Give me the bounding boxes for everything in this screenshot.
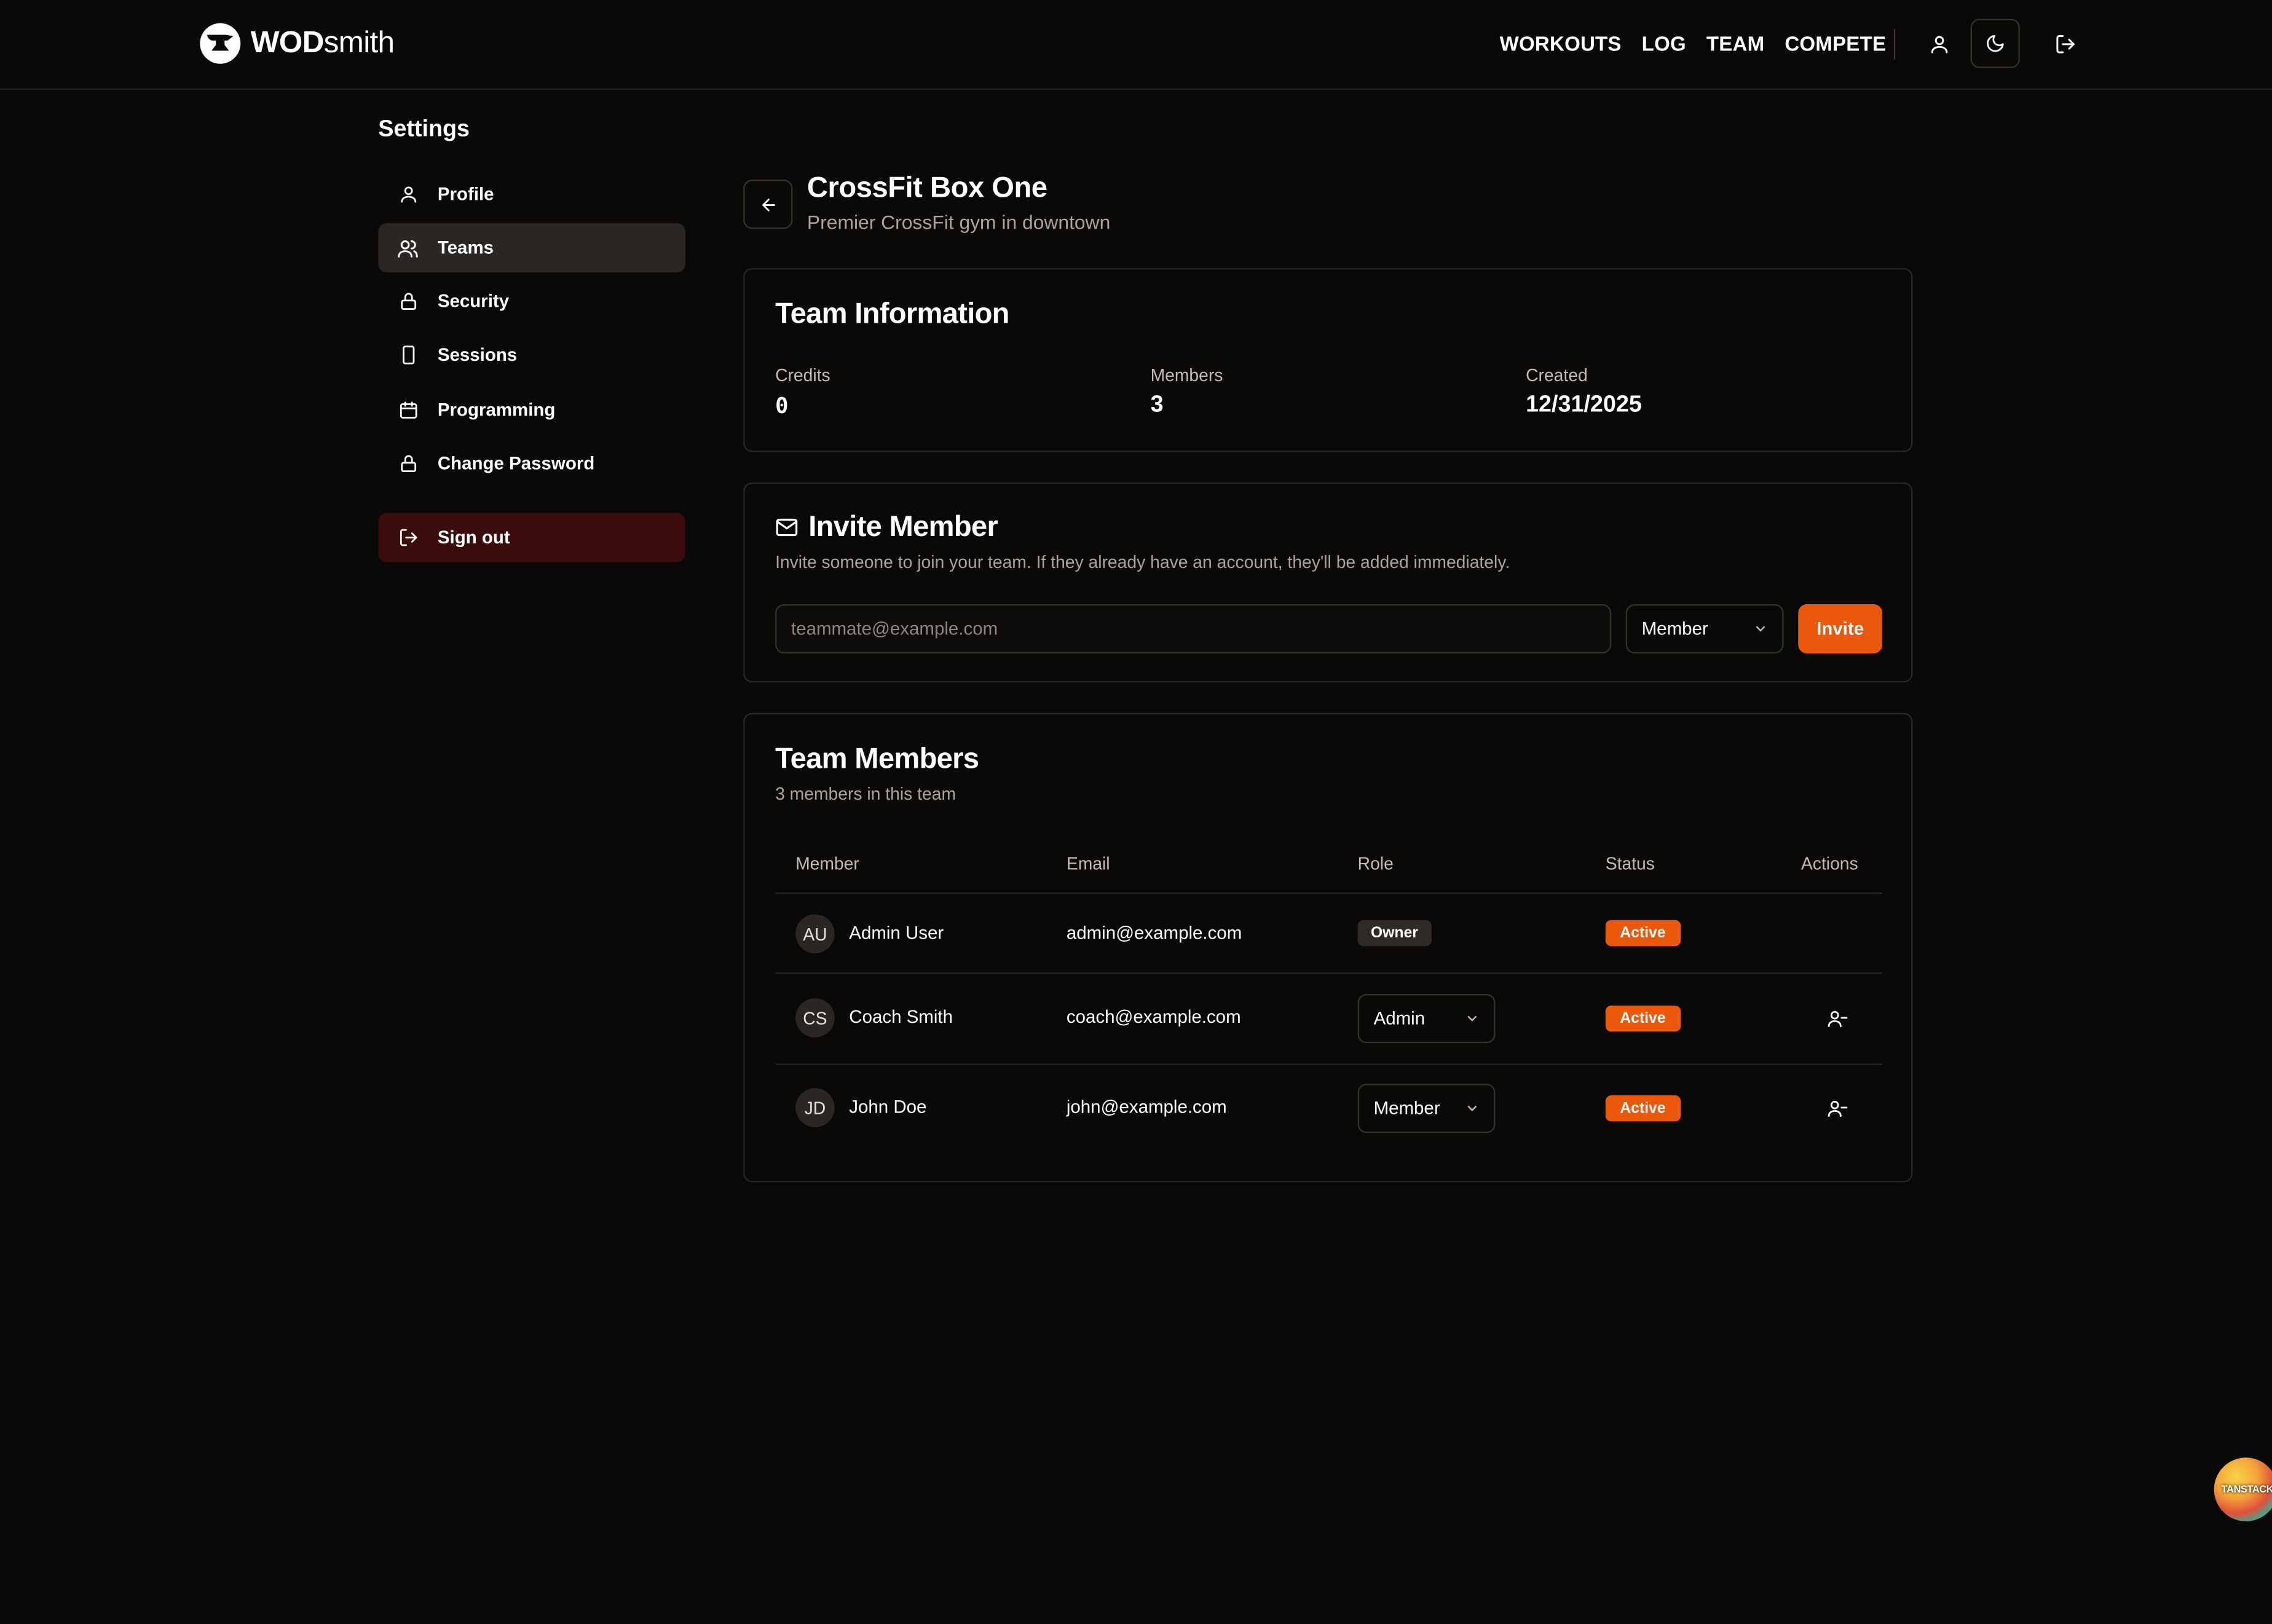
- avatar: JD: [795, 1088, 835, 1127]
- arrow-left-icon: [761, 198, 775, 211]
- avatar: AU: [795, 914, 835, 953]
- team-information-title: Team Information: [775, 298, 1009, 331]
- mail-icon: [775, 518, 799, 538]
- logout-icon: [397, 527, 419, 548]
- settings-title: Settings: [378, 117, 470, 142]
- member-name: Admin User: [849, 923, 944, 944]
- team-members-card: Team Members 3 members in this team Memb…: [743, 712, 1913, 1183]
- device-icon: [397, 344, 419, 366]
- sidebar-item-security[interactable]: Security: [378, 277, 685, 326]
- logout-icon: [2056, 34, 2074, 53]
- nav-team[interactable]: TEAM: [1706, 32, 1764, 55]
- tanstack-devtools-label: TANSTACK: [2221, 1484, 2272, 1495]
- created-value: 12/31/2025: [1526, 392, 1642, 417]
- sidebar-item-label: Profile: [437, 184, 494, 205]
- member-email: admin@example.com: [1066, 923, 1242, 944]
- created-label: Created: [1526, 365, 1588, 385]
- top-header: WODsmith WORKOUTS LOG TEAM COMPETE: [0, 0, 2272, 90]
- column-header-member: Member: [795, 853, 859, 874]
- member-email: john@example.com: [1066, 1097, 1227, 1117]
- sidebar-item-sessions[interactable]: Sessions: [378, 330, 685, 379]
- role-select[interactable]: Admin: [1357, 994, 1496, 1044]
- table-divider: [775, 893, 1882, 894]
- user-minus-icon: [1828, 1011, 1848, 1027]
- member-name: John Doe: [849, 1097, 927, 1117]
- nav-log[interactable]: LOG: [1642, 32, 1686, 55]
- lock-icon: [397, 453, 419, 475]
- members-label: Members: [1150, 365, 1223, 385]
- members-value: 3: [1150, 392, 1164, 417]
- sidebar-item-change-password[interactable]: Change Password: [378, 439, 685, 488]
- sidebar-item-label: Security: [437, 291, 510, 312]
- logout-button[interactable]: [2041, 20, 2088, 66]
- chevron-down-icon: [1756, 626, 1765, 632]
- invite-member-card: Invite Member Invite someone to join you…: [743, 482, 1913, 683]
- brand-name: WODsmith: [250, 26, 395, 60]
- sign-out-button[interactable]: Sign out: [378, 513, 685, 562]
- column-header-role: Role: [1357, 853, 1394, 874]
- credits-value: 0: [775, 392, 789, 419]
- invite-description: Invite someone to join your team. If the…: [775, 552, 1510, 573]
- brand-logo[interactable]: WODsmith: [200, 23, 395, 64]
- anvil-icon: [200, 23, 241, 64]
- sign-out-label: Sign out: [437, 527, 510, 548]
- theme-toggle-button[interactable]: [1970, 18, 2020, 68]
- sidebar-item-label: Teams: [437, 237, 494, 258]
- table-divider: [775, 972, 1882, 974]
- invite-button[interactable]: Invite: [1798, 604, 1882, 654]
- team-members-title: Team Members: [775, 743, 979, 776]
- status-badge: Active: [1605, 1095, 1681, 1122]
- moon-icon: [1987, 34, 2004, 52]
- chevron-down-icon: [1467, 1106, 1477, 1111]
- sidebar-item-teams[interactable]: Teams: [378, 223, 685, 273]
- user-icon: [1930, 35, 1947, 53]
- main-nav: WORKOUTS LOG TEAM COMPETE: [1500, 32, 1887, 55]
- avatar: CS: [795, 998, 835, 1038]
- chevron-down-icon: [1467, 1015, 1477, 1022]
- user-minus-icon: [1828, 1100, 1848, 1117]
- sidebar-item-profile[interactable]: Profile: [378, 170, 685, 219]
- nav-workouts[interactable]: WORKOUTS: [1500, 32, 1622, 55]
- nav-compete[interactable]: COMPETE: [1785, 32, 1886, 55]
- role-badge: Owner: [1357, 920, 1432, 947]
- sidebar-item-label: Change Password: [437, 453, 595, 474]
- team-information-card: Team Information Credits 0 Members 3 Cre…: [743, 268, 1913, 452]
- column-header-actions: Actions: [1801, 853, 1858, 874]
- status-badge: Active: [1605, 920, 1681, 947]
- tanstack-devtools-button[interactable]: TANSTACK: [2214, 1457, 2272, 1521]
- nav-divider: [1893, 29, 1896, 60]
- lock-icon: [397, 291, 419, 312]
- team-description: Premier CrossFit gym in downtown: [807, 211, 1111, 234]
- invite-member-title: Invite Member: [808, 511, 998, 543]
- calendar-icon: [397, 399, 419, 420]
- member-name: Coach Smith: [849, 1007, 953, 1028]
- sidebar-item-programming[interactable]: Programming: [378, 385, 685, 435]
- back-button[interactable]: [743, 179, 793, 229]
- table-divider: [775, 1063, 1882, 1065]
- status-badge: Active: [1605, 1005, 1681, 1032]
- remove-member-button[interactable]: [1826, 1097, 1849, 1120]
- sidebar-item-label: Programming: [437, 400, 556, 420]
- invite-role-select[interactable]: Member: [1625, 604, 1784, 654]
- user-icon: [397, 183, 419, 205]
- role-select-value: Admin: [1373, 1008, 1426, 1029]
- team-members-subtitle: 3 members in this team: [775, 784, 957, 805]
- role-select-value: Member: [1373, 1098, 1440, 1119]
- invite-role-value: Member: [1641, 618, 1708, 639]
- users-icon: [397, 237, 419, 258]
- profile-button[interactable]: [1915, 20, 1962, 66]
- column-header-email: Email: [1066, 853, 1110, 874]
- member-email: coach@example.com: [1066, 1007, 1241, 1028]
- credits-label: Credits: [775, 365, 830, 385]
- invite-email-input[interactable]: [775, 604, 1612, 654]
- role-select[interactable]: Member: [1357, 1084, 1496, 1133]
- team-name: CrossFit Box One: [807, 172, 1047, 205]
- column-header-status: Status: [1605, 853, 1655, 874]
- sidebar-item-label: Sessions: [437, 345, 518, 365]
- remove-member-button[interactable]: [1826, 1007, 1849, 1030]
